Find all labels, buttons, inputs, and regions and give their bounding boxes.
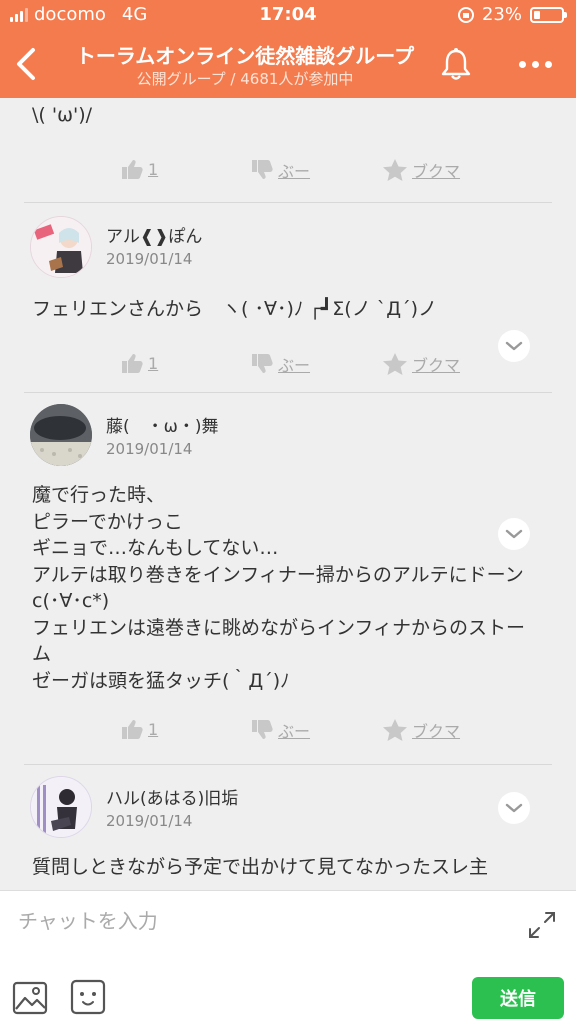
notification-button[interactable] [436,44,476,84]
dislike-button[interactable]: ぶー [250,352,310,376]
star-icon [383,719,407,741]
bookmark-label: ブクマ [412,722,461,741]
star-icon [383,353,407,375]
chevron-down-icon [505,803,523,813]
chevron-down-icon [505,341,523,351]
dot-icon [544,60,552,68]
image-attach-button[interactable] [12,981,48,1015]
sticker-icon [70,979,106,1015]
group-subtitle: 公開グループ / 4681人が参加中 [136,70,354,88]
dislike-label: ぶー [278,722,311,741]
dislike-button[interactable]: ぶー [250,718,310,742]
battery-percent: 23% [481,4,522,25]
bookmark-label: ブクマ [412,162,461,181]
back-arrow-icon [17,48,35,80]
thumbs-down-icon [252,160,273,179]
back-button[interactable] [8,42,44,86]
more-options-button[interactable] [510,48,560,80]
like-button[interactable]: 1 [120,718,158,740]
post-item: 藤( ・ω・)舞 2019/01/14 魔で行った時、 ピラーでかけっこ ギニョ… [0,392,576,764]
thumbs-down-icon [252,720,273,739]
chat-input-bar: 送信 [0,890,576,1024]
sticker-button[interactable] [70,979,106,1015]
post-date: 2019/01/14 [106,250,193,268]
image-icon [12,981,48,1015]
avatar[interactable] [30,404,92,466]
like-count: 1 [148,159,159,179]
post-username[interactable]: アル❰❱ぽん [106,222,202,247]
like-count: 1 [148,719,159,739]
post-username[interactable]: 藤( ・ω・)舞 [106,412,219,437]
post-date: 2019/01/14 [106,812,193,830]
post-actions: 1 ぶー ブクマ [0,352,576,382]
bookmark-label: ブクマ [412,356,461,375]
avatar-image [31,217,91,277]
status-bar: docomo 4G 17:04 23% [0,0,576,30]
post-menu-button[interactable] [498,792,530,824]
thumbs-up-icon [122,720,143,739]
thumbs-up-icon [122,160,143,179]
orientation-lock-icon [457,6,474,23]
dislike-label: ぶー [278,162,311,181]
thumbs-up-icon [122,354,143,373]
avatar-image [30,404,92,466]
dislike-label: ぶー [278,356,311,375]
avatar[interactable] [30,216,92,278]
send-button[interactable]: 送信 [472,977,564,1019]
post-item: ハル(あはる)旧垢 2019/01/14 質問しときながら予定で出かけて見てなか… [0,764,576,890]
like-button[interactable]: 1 [120,158,158,180]
post-username[interactable]: ハル(あはる)旧垢 [106,784,238,809]
avatar[interactable] [30,776,92,838]
post-item: アル❰❱ぽん 2019/01/14 フェリエンさんから ヽ( ･∀･)ﾉ ┌┛Σ… [0,202,576,392]
chat-input[interactable] [18,901,498,941]
bell-icon [441,48,471,80]
expand-button[interactable] [526,909,558,941]
post-actions: 1 ぶー ブクマ [0,718,576,748]
group-header: トーラムオンライン徒然雑談グループ 公開グループ / 4681人が参加中 [0,30,576,98]
battery-icon [530,6,567,23]
dot-icon [531,60,539,68]
like-button[interactable]: 1 [120,352,158,374]
post-feed[interactable]: \( 'ω')/ 1 ぶー ブクマ アル❰❱ぽん 2019/01/14 フェリエ… [0,98,576,890]
avatar-image [31,777,91,837]
post-text: 質問しときながら予定で出かけて見てなかったスレ主 [32,856,489,878]
post-text: \( 'ω')/ [32,104,93,126]
like-count: 1 [148,353,159,373]
dot-icon [518,60,526,68]
expand-icon [529,912,555,938]
bookmark-button[interactable]: ブクマ [382,352,460,376]
post-text: フェリエンさんから ヽ( ･∀･)ﾉ ┌┛Σ(ノ `Д´)ノ [32,298,437,320]
post-text: 魔で行った時、 ピラーでかけっこ ギニョで…なんもしてない… アルテは取り巻きを… [32,484,526,692]
post-item: \( 'ω')/ 1 ぶー ブクマ [0,98,576,202]
post-date: 2019/01/14 [106,440,193,458]
dislike-button[interactable]: ぶー [250,158,310,182]
thumbs-down-icon [252,354,273,373]
bookmark-button[interactable]: ブクマ [382,718,460,742]
bookmark-button[interactable]: ブクマ [382,158,460,182]
star-icon [383,159,407,181]
post-actions: 1 ぶー ブクマ [0,158,576,188]
group-title: トーラムオンライン徒然雑談グループ [75,44,415,68]
